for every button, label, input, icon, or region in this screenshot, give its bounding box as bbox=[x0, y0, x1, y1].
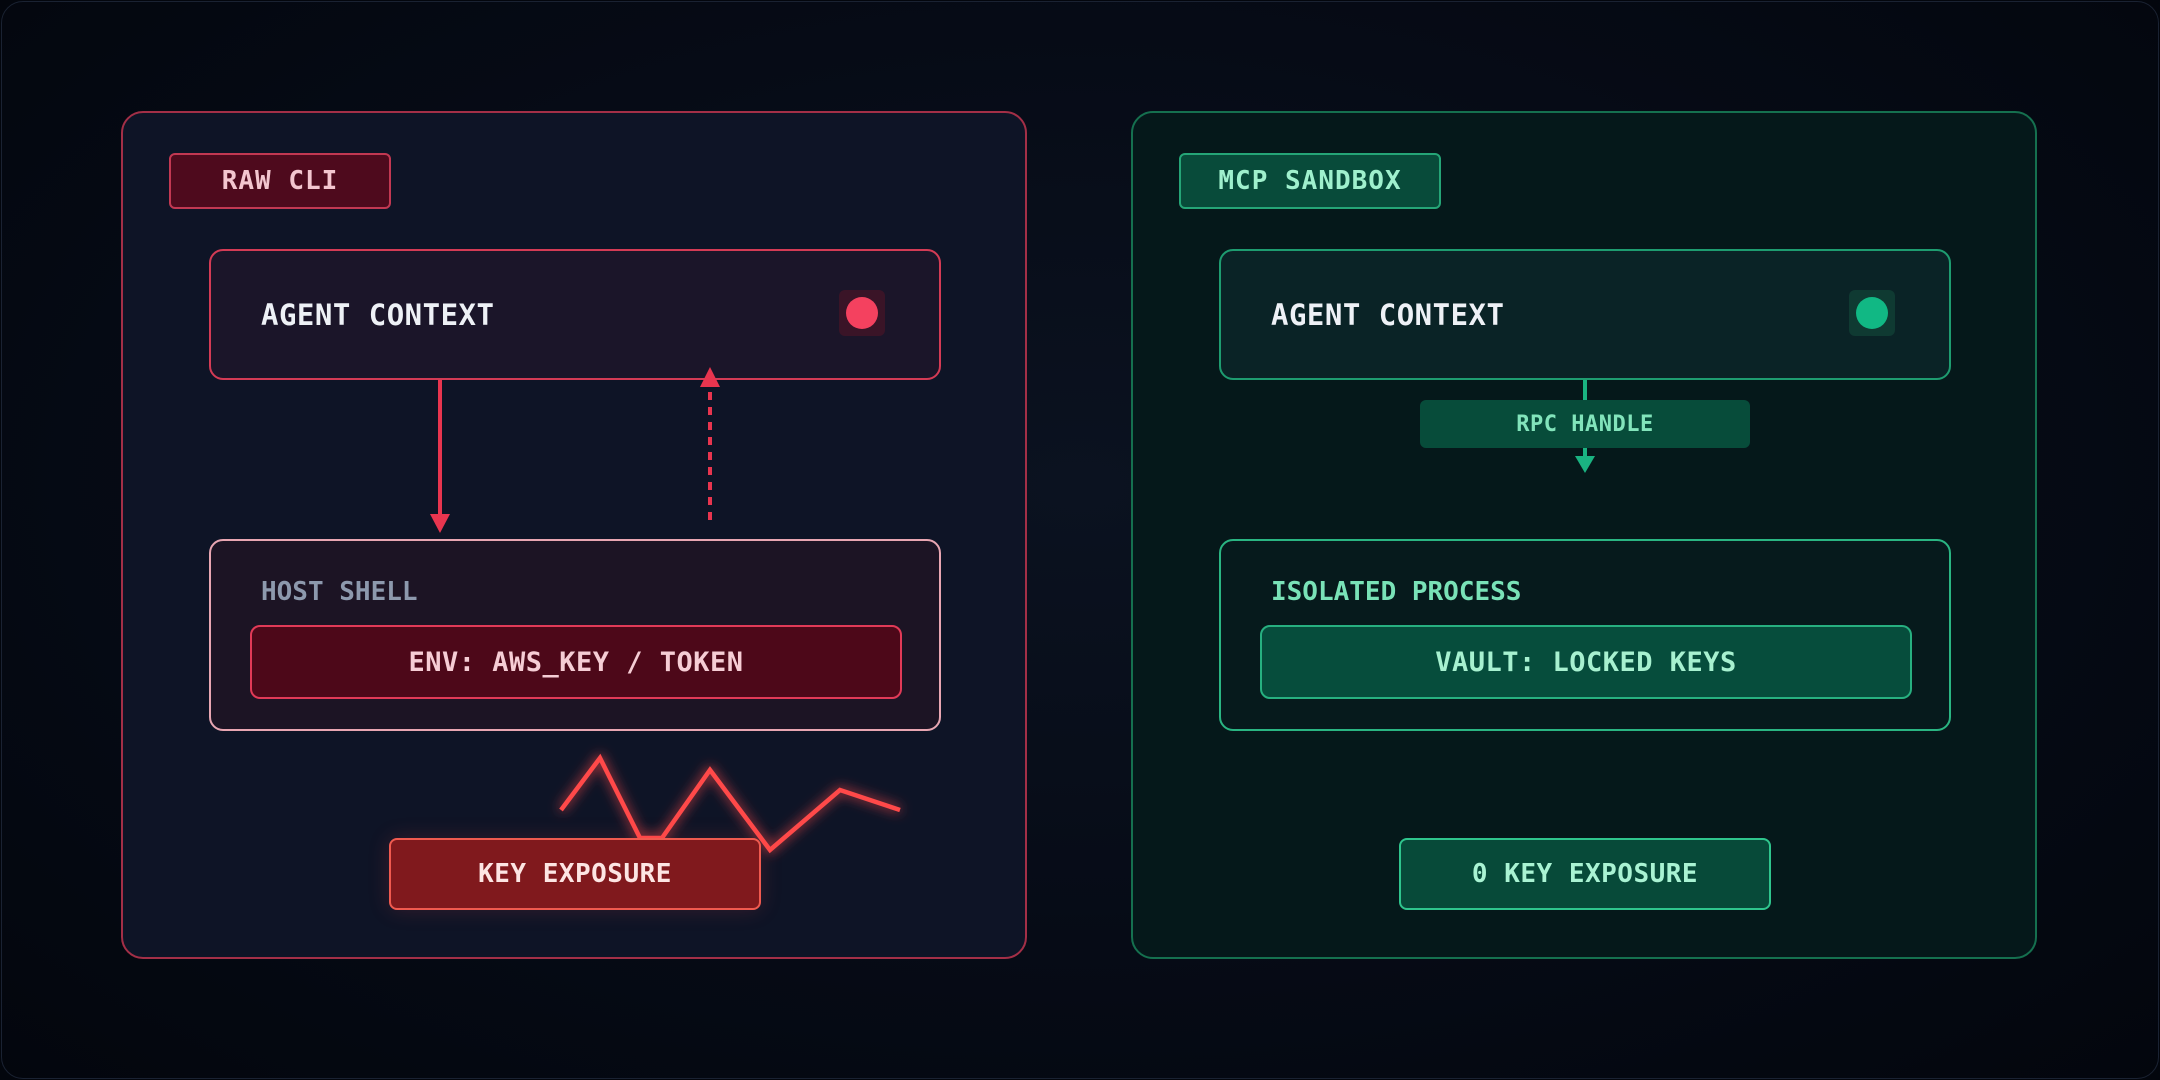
env-keys-box: ENV: AWS_KEY / TOKEN bbox=[250, 625, 902, 699]
host-shell-label: HOST SHELL bbox=[261, 577, 418, 607]
mcp-sandbox-tag: MCP SANDBOX bbox=[1179, 153, 1441, 209]
raw-status-indicator bbox=[839, 290, 885, 336]
key-exposure-badge: KEY EXPOSURE bbox=[389, 838, 761, 910]
mcp-agent-context-box: AGENT CONTEXT bbox=[1219, 249, 1951, 380]
mcp-sandbox-panel bbox=[1131, 111, 2037, 959]
isolated-process-label: ISOLATED PROCESS bbox=[1271, 577, 1522, 607]
green-status-dot-icon bbox=[1856, 297, 1888, 329]
red-status-dot-icon bbox=[846, 297, 878, 329]
mcp-agent-context-label: AGENT CONTEXT bbox=[1271, 297, 1505, 332]
raw-agent-context-box: AGENT CONTEXT bbox=[209, 249, 941, 380]
raw-cli-panel bbox=[121, 111, 1027, 959]
raw-agent-context-label: AGENT CONTEXT bbox=[261, 297, 495, 332]
vault-keys-box: VAULT: LOCKED KEYS bbox=[1260, 625, 1912, 699]
host-shell-box: HOST SHELL ENV: AWS_KEY / TOKEN bbox=[209, 539, 941, 731]
mcp-status-indicator bbox=[1849, 290, 1895, 336]
zero-key-exposure-badge: 0 KEY EXPOSURE bbox=[1399, 838, 1771, 910]
raw-cli-tag: RAW CLI bbox=[169, 153, 391, 209]
isolated-process-box: ISOLATED PROCESS VAULT: LOCKED KEYS bbox=[1219, 539, 1951, 731]
rpc-handle-badge: RPC HANDLE bbox=[1420, 400, 1750, 448]
